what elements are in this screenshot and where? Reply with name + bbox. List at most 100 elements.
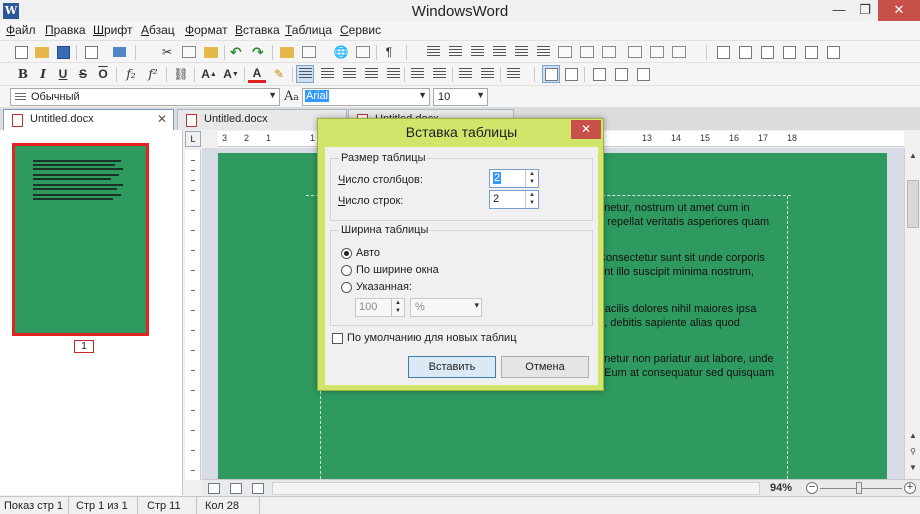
strikethrough-button[interactable]: S [74, 65, 92, 83]
link-chain-icon[interactable]: ⛓ [172, 65, 190, 83]
table-cell-5-icon[interactable] [648, 43, 666, 61]
insert-table-icon[interactable] [300, 43, 318, 61]
subscript-button[interactable]: f₂ [122, 65, 140, 83]
spell-check-icon[interactable] [110, 43, 128, 61]
menu-paragraph[interactable]: Абзац [141, 23, 175, 37]
print-preview-icon[interactable] [82, 43, 100, 61]
border-2-icon[interactable] [736, 43, 754, 61]
align-distribute-icon[interactable] [384, 65, 402, 83]
menu-file[interactable]: Файл [6, 23, 36, 37]
new-document-icon[interactable] [12, 43, 30, 61]
insert-image-icon[interactable] [278, 43, 296, 61]
default-for-new-tables-checkbox[interactable] [332, 333, 343, 344]
menu-font[interactable]: Шрифт [93, 23, 132, 37]
chevron-down-icon[interactable]: ▼ [418, 90, 427, 100]
scrollbar-thumb[interactable] [907, 180, 919, 228]
page-layout-view-icon[interactable] [542, 65, 560, 83]
table-cell-6-icon[interactable] [670, 43, 688, 61]
fixed-width-stepper[interactable]: 100 ▲ ▼ [355, 298, 405, 317]
copy-icon[interactable] [180, 43, 198, 61]
insert-button[interactable]: Вставить [408, 356, 496, 378]
delete-header-icon[interactable] [634, 65, 652, 83]
border-4-icon[interactable] [780, 43, 798, 61]
document-paragraph[interactable]: Consectetur sunt sit unde corporis ent il… [598, 251, 888, 279]
font-dropdown[interactable]: Arial ▼ [302, 88, 430, 106]
horizontal-scrollbar[interactable] [272, 482, 760, 495]
columns-stepper[interactable]: 2 ▲ ▼ [489, 169, 539, 188]
undo-icon[interactable]: ↶ [228, 43, 246, 61]
align-right-icon[interactable] [340, 65, 358, 83]
scroll-page-up-icon[interactable]: ▲ [905, 428, 920, 444]
pilcrow-icon[interactable]: ¶ [380, 43, 398, 61]
page-view-icon[interactable] [230, 483, 242, 494]
tab-stop-selector[interactable]: L [185, 131, 201, 147]
align-justify-icon[interactable] [362, 65, 380, 83]
highlight-icon[interactable]: ✎ [270, 65, 288, 83]
numbered-list-icon[interactable] [430, 65, 448, 83]
stepper-up-icon[interactable]: ▲ [526, 191, 538, 199]
table-align-2-icon[interactable] [446, 43, 464, 61]
document-paragraph[interactable]: Facilis dolores nihil maiores ipsa e, deb… [598, 302, 888, 330]
indent-increase-icon[interactable] [456, 65, 474, 83]
overline-button[interactable]: O [94, 65, 112, 83]
insert-object-icon[interactable] [354, 43, 372, 61]
table-align-4-icon[interactable] [490, 43, 508, 61]
rows-stepper[interactable]: 2 ▲ ▼ [489, 190, 539, 209]
tab-document-1[interactable]: Untitled.docx ✕ [3, 109, 174, 130]
italic-button[interactable]: I [34, 65, 52, 83]
outline-view-icon[interactable] [252, 483, 264, 494]
bold-button[interactable]: B [14, 65, 32, 83]
radio-window-width[interactable] [341, 265, 352, 276]
table-cell-4-icon[interactable] [626, 43, 644, 61]
menu-insert[interactable]: Вставка [235, 23, 280, 37]
close-window-button[interactable]: ✕ [878, 0, 920, 21]
grow-font-button[interactable]: A ▲ [200, 65, 218, 83]
indent-decrease-icon[interactable] [478, 65, 496, 83]
zoom-out-button[interactable]: − [806, 482, 818, 494]
zoom-in-button[interactable]: + [904, 482, 916, 494]
shrink-font-button[interactable]: A ▼ [222, 65, 240, 83]
open-folder-icon[interactable] [33, 43, 51, 61]
vertical-ruler[interactable] [185, 150, 201, 480]
document-paragraph[interactable]: enetur, nostrum ut amet cum in e repellat… [598, 201, 888, 229]
border-6-icon[interactable] [824, 43, 842, 61]
rows-value[interactable]: 2 [493, 193, 499, 205]
redo-icon[interactable]: ↷ [250, 43, 268, 61]
underline-button[interactable]: U [54, 65, 72, 83]
line-spacing-icon[interactable] [504, 65, 522, 83]
save-icon[interactable] [54, 43, 72, 61]
menu-edit[interactable]: Правка [45, 23, 86, 37]
font-size-dropdown[interactable]: 10 ▼ [433, 88, 488, 106]
table-cell-1-icon[interactable] [556, 43, 574, 61]
footer-icon[interactable] [612, 65, 630, 83]
radio-auto[interactable] [341, 248, 352, 259]
superscript-button[interactable]: f² [144, 65, 162, 83]
header-icon[interactable] [590, 65, 608, 83]
stepper-down-icon[interactable]: ▼ [526, 178, 538, 186]
menu-table[interactable]: Таблица [285, 23, 332, 37]
border-5-icon[interactable] [802, 43, 820, 61]
border-1-icon[interactable] [714, 43, 732, 61]
page-thumbnail[interactable] [12, 143, 149, 336]
document-paragraph[interactable]: enetur non pariatur aut labore, unde! Eu… [598, 352, 888, 380]
normal-view-icon[interactable] [208, 483, 220, 494]
stepper-up-icon[interactable]: ▲ [526, 170, 538, 178]
chevron-down-icon[interactable]: ▼ [268, 90, 277, 100]
maximize-button[interactable]: ❐ [852, 0, 878, 21]
table-align-6-icon[interactable] [534, 43, 552, 61]
align-left-icon[interactable] [296, 65, 314, 83]
dialog-close-button[interactable]: ✕ [571, 120, 601, 139]
find-icon[interactable]: ⚲ [905, 444, 920, 460]
cancel-button[interactable]: Отмена [501, 356, 589, 378]
menu-format[interactable]: Формат [185, 23, 228, 37]
columns-value[interactable]: 2 [493, 172, 502, 184]
chevron-down-icon[interactable]: ▼ [476, 90, 485, 100]
align-center-icon[interactable] [318, 65, 336, 83]
cut-icon[interactable]: ✂ [158, 43, 176, 61]
close-icon[interactable]: ✕ [157, 112, 167, 126]
web-layout-view-icon[interactable] [562, 65, 580, 83]
radio-fixed-width[interactable] [341, 282, 352, 293]
hyperlink-icon[interactable]: 🌐 [332, 43, 350, 61]
scroll-page-down-icon[interactable]: ▼ [905, 460, 920, 476]
minimize-button[interactable]: — [826, 0, 852, 21]
